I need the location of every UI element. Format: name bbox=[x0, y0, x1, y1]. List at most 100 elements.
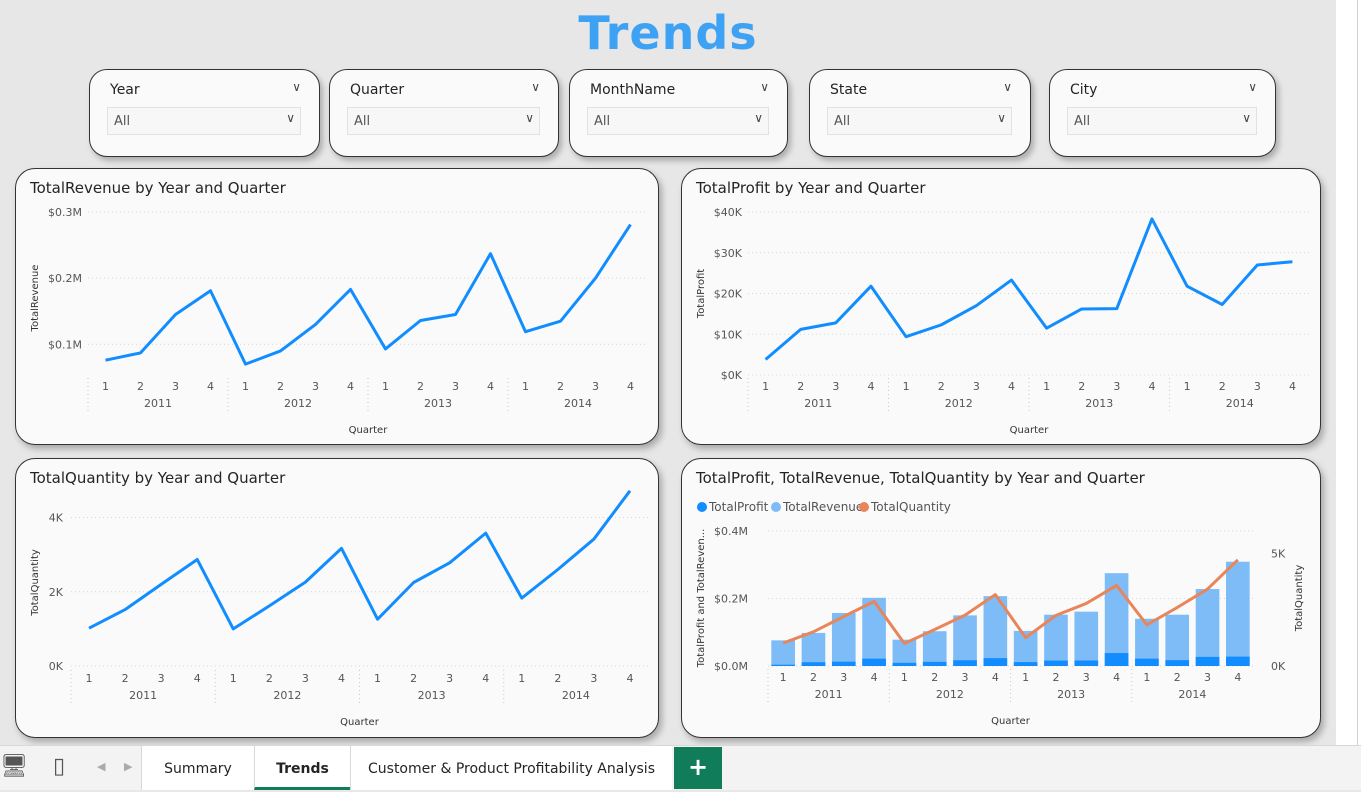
tab-trends[interactable]: Trends bbox=[254, 746, 350, 790]
profit-chart-card[interactable]: TotalProfit by Year and Quarter $0K $10K $… bbox=[681, 168, 1321, 445]
chevron-down-icon[interactable]: ∨ bbox=[1248, 80, 1257, 94]
x-tick-label: 3 bbox=[158, 672, 165, 685]
slicer-dropdown[interactable]: All ∨ bbox=[107, 107, 301, 135]
profit-bar bbox=[771, 664, 795, 666]
y-tick-label: $0.1M bbox=[48, 338, 82, 351]
slicer-dropdown[interactable]: All ∨ bbox=[1067, 107, 1257, 135]
y-tick-label: 2K bbox=[49, 586, 64, 599]
chevron-down-icon[interactable]: ∨ bbox=[997, 111, 1006, 125]
y-tick-label: $0.2M bbox=[714, 593, 748, 606]
right-pane-edge bbox=[1336, 0, 1361, 745]
chevron-down-icon[interactable]: ∨ bbox=[1242, 111, 1251, 125]
profit-bar bbox=[1135, 658, 1159, 666]
x-tick-label: 2 bbox=[938, 380, 945, 393]
revenue-line-chart[interactable]: $0.1M $0.2M $0.3M 1 2 3 4 1 2 3 4 1 2 3 4 1 2 3 4 2011 2012 2… bbox=[16, 169, 658, 444]
revenue-bar bbox=[953, 615, 977, 666]
quantity-chart-card[interactable]: TotalQuantity by Year and Quarter 0K 2K 4K… bbox=[15, 458, 659, 738]
year-label: 2014 bbox=[1226, 397, 1254, 410]
revenue-chart-card[interactable]: TotalRevenue by Year and Quarter $0.1M $0… bbox=[15, 168, 659, 445]
scroll-left-icon[interactable]: ◀ bbox=[97, 760, 105, 773]
mobile-view-icon[interactable]: ▯ bbox=[53, 754, 65, 779]
chevron-down-icon[interactable]: ∨ bbox=[525, 111, 534, 125]
x-tick-label: 1 bbox=[901, 671, 908, 684]
x-tick-label: 2 bbox=[137, 380, 144, 393]
slicer-label: City bbox=[1070, 82, 1098, 98]
quantity-line-chart[interactable]: 0K 2K 4K 1 2 3 4 1 2 3 4 1 2 3 4 1 2 3 4 2011 2012 2013 2014 Qu… bbox=[16, 459, 658, 737]
year-label: 2014 bbox=[562, 689, 590, 702]
combo-chart-card[interactable]: TotalProfit, TotalRevenue, TotalQuantity… bbox=[681, 458, 1321, 738]
slicer-label: Year bbox=[110, 82, 140, 98]
slicer-year[interactable]: Year ∨ All ∨ bbox=[89, 69, 320, 157]
x-tick-label: 2 bbox=[931, 671, 938, 684]
x-tick-label: 4 bbox=[482, 672, 489, 685]
slicer-monthname[interactable]: MonthName ∨ All ∨ bbox=[569, 69, 788, 157]
slicer-state[interactable]: State ∨ All ∨ bbox=[809, 69, 1031, 157]
x-tick-label: 1 bbox=[522, 380, 529, 393]
profit-bar bbox=[1104, 653, 1129, 666]
y-tick-label: 0K bbox=[49, 660, 64, 673]
x-tick-label: 3 bbox=[1113, 380, 1120, 393]
x-tick-label: 3 bbox=[452, 380, 459, 393]
x-tick-label: 1 bbox=[1143, 671, 1150, 684]
x-tick-label: 4 bbox=[626, 672, 633, 685]
x-tick-label: 3 bbox=[172, 380, 179, 393]
revenue-bar bbox=[1195, 589, 1220, 666]
scroll-right-icon[interactable]: ▶ bbox=[124, 760, 132, 773]
year-label: 2013 bbox=[1057, 688, 1085, 701]
x-tick-label: 2 bbox=[410, 672, 417, 685]
x-tick-label: 3 bbox=[840, 671, 847, 684]
revenue-bar bbox=[1165, 614, 1190, 666]
profit-bar bbox=[1044, 660, 1068, 666]
profit-bar bbox=[831, 661, 856, 666]
x-tick-label: 3 bbox=[446, 672, 453, 685]
slicer-dropdown[interactable]: All ∨ bbox=[347, 107, 540, 135]
slicer-city[interactable]: City ∨ All ∨ bbox=[1049, 69, 1276, 157]
profit-bar bbox=[922, 661, 947, 666]
add-page-button[interactable]: + bbox=[674, 747, 722, 789]
y-tick-label: $20K bbox=[714, 288, 743, 301]
combo-bar-line-chart[interactable]: $0.0M $0.2M $0.4M 0K 5K 1 2 3 4 1 2 3 4 1 2 3 4 1 2 3 4 2011 2… bbox=[682, 459, 1320, 737]
year-label: 2011 bbox=[804, 397, 832, 410]
slicer-dropdown[interactable]: All ∨ bbox=[827, 107, 1012, 135]
x-axis-title: Quarter bbox=[340, 717, 380, 728]
x-tick-label: 4 bbox=[1289, 380, 1296, 393]
x-tick-label: 3 bbox=[302, 672, 309, 685]
tab-summary[interactable]: Summary bbox=[141, 746, 254, 790]
legend-label: TotalQuantity bbox=[870, 500, 951, 514]
x-tick-label: 4 bbox=[867, 380, 874, 393]
y-tick-label: $0.4M bbox=[714, 525, 748, 538]
y2-tick-label: 0K bbox=[1271, 660, 1286, 673]
chevron-down-icon[interactable]: ∨ bbox=[760, 80, 769, 94]
x-tick-label: 1 bbox=[382, 380, 389, 393]
revenue-bar bbox=[862, 597, 886, 666]
x-axis-title: Quarter bbox=[349, 425, 389, 436]
x-tick-label: 1 bbox=[903, 380, 910, 393]
tab-customer-product-profitability[interactable]: Customer & Product Profitability Analysi… bbox=[350, 746, 672, 790]
series-line bbox=[105, 223, 632, 366]
year-label: 2013 bbox=[418, 689, 446, 702]
x-tick-label: 1 bbox=[86, 672, 93, 685]
x-tick-label: 4 bbox=[347, 380, 354, 393]
chevron-down-icon[interactable]: ∨ bbox=[754, 111, 763, 125]
slicer-quarter[interactable]: Quarter ∨ All ∨ bbox=[329, 69, 559, 157]
revenue-bar bbox=[801, 632, 826, 666]
slicer-dropdown[interactable]: All ∨ bbox=[587, 107, 769, 135]
x-tick-label: 4 bbox=[487, 380, 494, 393]
chevron-down-icon[interactable]: ∨ bbox=[1003, 80, 1012, 94]
x-tick-label: 2 bbox=[266, 672, 273, 685]
y2-tick-label: 5K bbox=[1271, 548, 1286, 561]
chevron-down-icon[interactable]: ∨ bbox=[531, 80, 540, 94]
profit-line-chart[interactable]: $0K $10K $20K $30K $40K 1 2 3 4 1 2 3 4 1 2 3 4 1 2 3 4 2011 2… bbox=[682, 169, 1320, 444]
profit-bar bbox=[1226, 656, 1250, 666]
x-tick-label: 4 bbox=[1113, 671, 1120, 684]
x-tick-label: 3 bbox=[592, 380, 599, 393]
profit-bar bbox=[983, 658, 1008, 666]
chevron-down-icon[interactable]: ∨ bbox=[292, 80, 301, 94]
chevron-down-icon[interactable]: ∨ bbox=[286, 111, 295, 125]
year-label: 2014 bbox=[564, 397, 592, 410]
desktop-view-icon[interactable]: 🖥 bbox=[0, 754, 28, 779]
year-label: 2012 bbox=[945, 397, 973, 410]
x-tick-label: 1 bbox=[518, 672, 525, 685]
x-tick-label: 3 bbox=[590, 672, 597, 685]
slicer-label: Quarter bbox=[350, 82, 405, 98]
